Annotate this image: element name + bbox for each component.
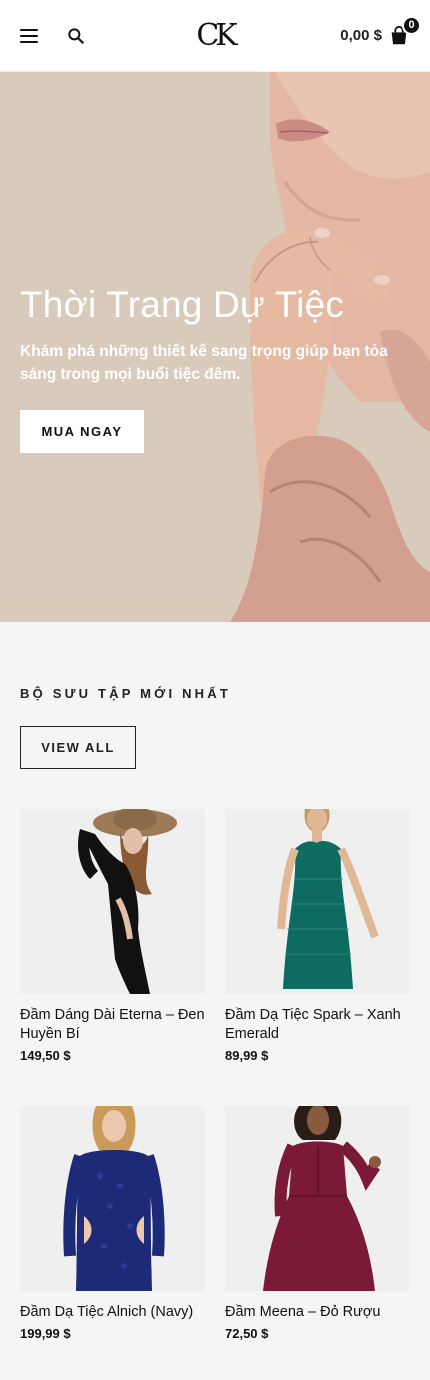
product-price: 149,50 $ [20,1048,71,1063]
search-icon[interactable] [66,26,86,46]
shop-now-button[interactable]: MUA NGAY [20,410,144,453]
menu-icon[interactable] [20,28,38,43]
cart-count-badge: 0 [402,15,421,35]
product-card[interactable]: Đầm Dạ Tiệc Spark – Xanh Emerald 89,99 $ [225,809,410,1063]
product-image[interactable] [225,809,410,994]
product-price: 89,99 $ [225,1048,269,1063]
product-image[interactable] [20,1106,205,1291]
product-price: 199,99 $ [20,1326,71,1341]
hero-subtitle: Khám phá những thiết kế sang trọng giúp … [20,343,388,383]
product-name[interactable]: Đầm Meena – Đỏ Rượu [225,1303,410,1322]
product-photo-burgundy-dress [225,1106,410,1291]
cart-total: 0,00 $ [340,27,382,44]
site-header: CK 0,00 $ 0 [0,0,430,72]
hero-banner: Thời Trang Dự Tiệc Khám phá những thiết … [0,72,430,622]
header-left-actions [20,26,86,46]
product-name[interactable]: Đầm Dáng Dài Eterna – Đen Huyền Bí [20,1006,205,1044]
product-card[interactable]: Đầm Dạ Tiệc Alnich (Navy) 199,99 $ [20,1106,205,1341]
product-image[interactable] [20,809,205,994]
product-card[interactable]: Đầm Meena – Đỏ Rượu 72,50 $ [225,1106,410,1341]
product-photo-navy-dress [20,1106,205,1291]
product-photo-emerald-dress [225,809,410,994]
new-collection-section: BỘ SƯU TẬP MỚI NHẤT VIEW ALL Đầm Dáng Dà… [0,622,430,1380]
cart-icon-wrap: 0 [388,15,421,47]
product-name[interactable]: Đầm Dạ Tiệc Spark – Xanh Emerald [225,1006,410,1044]
cart-button[interactable]: 0,00 $ 0 [340,15,421,47]
section-title: BỘ SƯU TẬP MỚI NHẤT [20,686,231,701]
brand-logo[interactable]: CK [196,18,237,53]
hero-title: Thời Trang Dự Tiệc [20,284,345,325]
product-image[interactable] [225,1106,410,1291]
product-card[interactable]: Đầm Dáng Dài Eterna – Đen Huyền Bí 149,5… [20,809,205,1063]
product-name[interactable]: Đầm Dạ Tiệc Alnich (Navy) [20,1303,205,1322]
view-all-button[interactable]: VIEW ALL [20,726,136,769]
product-photo-black-dress [20,809,205,994]
product-price: 72,50 $ [225,1326,269,1341]
